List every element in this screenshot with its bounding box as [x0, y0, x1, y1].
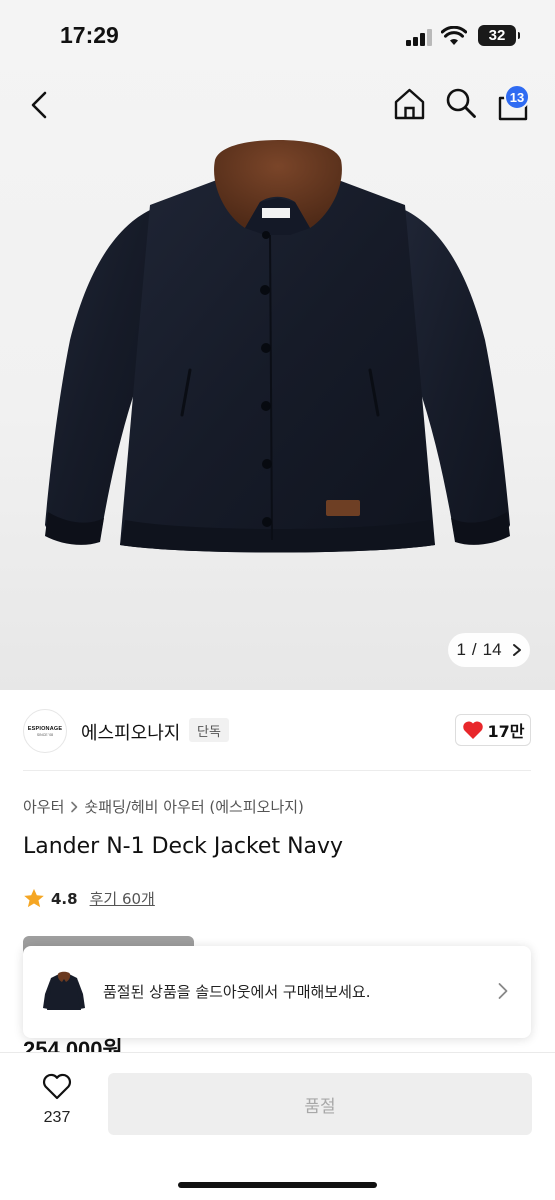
wifi-icon: [441, 26, 467, 45]
product-image-gallery[interactable]: 17:29 32 13 1 / 14: [0, 0, 555, 690]
breadcrumb-item-category[interactable]: 숏패딩/헤비 아우터 (에스피오나지): [84, 796, 304, 817]
heart-outline-icon: [42, 1073, 72, 1100]
soldout-banner[interactable]: 품절된 상품을 솔드아웃에서 구매해보세요.: [23, 946, 531, 1038]
pager-separator: /: [471, 640, 477, 659]
home-indicator[interactable]: [178, 1182, 377, 1188]
brand-row: ESPIONAGE SINCE '08 에스피오나지 단독 17만: [0, 706, 555, 756]
brand-name-link[interactable]: 에스피오나지: [81, 719, 180, 745]
cart-count-badge: 13: [504, 84, 530, 110]
soldout-product-thumbnail: [43, 971, 85, 1010]
brand-like-count: 17만: [487, 722, 525, 741]
product-page: 17:29 32 13 1 / 14 ESPIONAGE SINCE '08 에…: [0, 0, 555, 1200]
product-photo-jacket: [45, 140, 510, 553]
chevron-right-icon: [71, 801, 78, 812]
rating-score: 4.8: [51, 889, 78, 908]
battery-indicator: 32: [478, 25, 520, 46]
soldout-purchase-button[interactable]: 품절: [108, 1073, 532, 1135]
divider: [23, 770, 531, 771]
image-pager[interactable]: 1 / 14: [448, 633, 530, 667]
brand-like-button[interactable]: 17만: [455, 714, 531, 746]
wishlist-count: 237: [43, 1109, 71, 1126]
breadcrumb-item-outer[interactable]: 아우터: [23, 796, 64, 817]
wishlist-button[interactable]: 237: [32, 1073, 82, 1133]
product-rating: 4.8 후기 60개: [23, 888, 155, 909]
brand-logo[interactable]: ESPIONAGE SINCE '08: [23, 709, 67, 753]
heart-filled-icon: [462, 721, 483, 739]
breadcrumb: 아우터 숏패딩/헤비 아우터 (에스피오나지): [23, 796, 304, 817]
pager-total: 14: [482, 640, 502, 659]
status-time: 17:29: [60, 22, 119, 48]
brand-logo-text: ESPIONAGE: [27, 725, 63, 732]
home-icon[interactable]: [393, 87, 426, 120]
chevron-right-icon: [498, 983, 508, 999]
pager-current: 1: [456, 640, 466, 659]
star-icon: [24, 888, 44, 908]
chevron-right-icon: [512, 644, 521, 656]
bottom-action-bar: 237 품절: [0, 1052, 555, 1200]
back-chevron-icon[interactable]: [28, 90, 52, 120]
status-bar: 17:29 32: [0, 0, 555, 70]
product-title: Lander N-1 Deck Jacket Navy: [23, 834, 344, 859]
exclusive-badge: 단독: [189, 718, 229, 742]
review-count-link[interactable]: 후기 60개: [90, 888, 155, 909]
soldout-banner-text: 품절된 상품을 솔드아웃에서 구매해보세요.: [103, 983, 371, 1001]
cellular-signal-icon: [406, 29, 433, 46]
search-icon[interactable]: [445, 87, 477, 119]
brand-logo-subtext: SINCE '08: [36, 732, 54, 737]
